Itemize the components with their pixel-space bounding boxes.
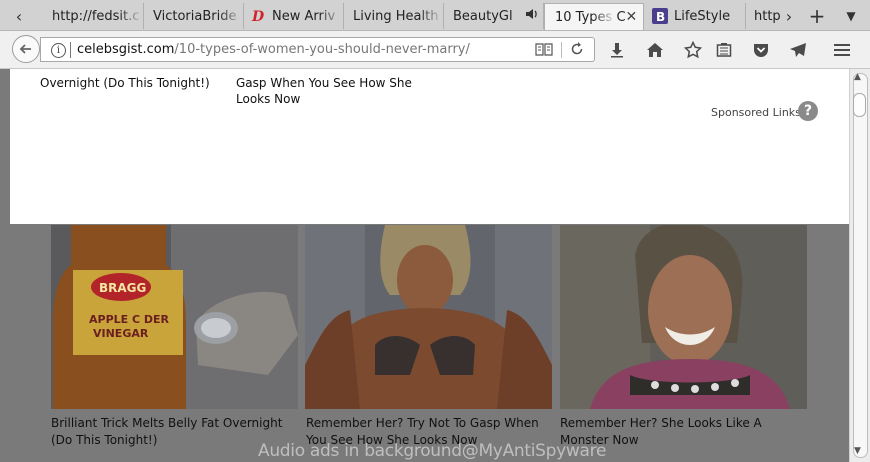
downloads-button[interactable] bbox=[605, 38, 629, 62]
speaker-icon[interactable] bbox=[525, 7, 539, 25]
tab-fedsit[interactable]: http://fedsit.c bbox=[34, 3, 144, 29]
tab-living-health[interactable]: Living Health bbox=[344, 3, 444, 29]
tab-scroll-left-button[interactable]: ‹ bbox=[6, 3, 32, 29]
pocket-icon bbox=[754, 44, 768, 57]
scrollbar-track[interactable] bbox=[853, 73, 868, 458]
menu-button[interactable] bbox=[830, 38, 854, 62]
help-question-icon[interactable]: ? bbox=[798, 101, 818, 121]
caption-line: Remember Her? She Looks Like A bbox=[560, 416, 762, 430]
plus-icon: + bbox=[808, 4, 826, 28]
ad-headline-line: Looks Now bbox=[236, 92, 301, 106]
reload-icon[interactable] bbox=[570, 41, 584, 61]
hamburger-menu-icon bbox=[834, 44, 850, 56]
close-tab-icon[interactable]: ✕ bbox=[626, 9, 638, 25]
home-icon bbox=[647, 43, 663, 57]
ad-headline-1[interactable]: Overnight (Do This Tonight!) bbox=[40, 75, 210, 91]
arrow-left-icon bbox=[19, 44, 31, 54]
tab-victoriabride[interactable]: VictoriaBride bbox=[144, 3, 244, 29]
tab-lifestyle[interactable]: B LifeStyle bbox=[646, 3, 746, 29]
sponsored-links-label[interactable]: Sponsored Links bbox=[711, 106, 801, 119]
vertical-scrollbar[interactable]: ▲ ▼ bbox=[849, 69, 870, 462]
send-button[interactable] bbox=[786, 38, 810, 62]
tab-list-button[interactable]: ▼ bbox=[838, 3, 864, 29]
ad-tile-vinegar[interactable]: BRAGG APPLE C DER VINEGAR bbox=[51, 225, 298, 409]
tab-strip: ‹ http://fedsit.c VictoriaBride D New Ar… bbox=[0, 0, 870, 31]
ad-headline-line: Overnight (Do This Tonight!) bbox=[40, 76, 210, 90]
ad-headline-2[interactable]: Gasp When You See How She Looks Now bbox=[236, 75, 412, 107]
caption-line: (Do This Tonight!) bbox=[51, 433, 158, 447]
download-arrow-icon bbox=[611, 43, 623, 58]
back-button[interactable] bbox=[12, 35, 40, 63]
ad-tile-woman-portrait[interactable] bbox=[560, 225, 807, 409]
svg-text:BRAGG: BRAGG bbox=[99, 281, 146, 295]
svg-text:APPLE C DER: APPLE C DER bbox=[89, 313, 170, 326]
library-icon bbox=[716, 43, 732, 57]
home-button[interactable] bbox=[643, 38, 667, 62]
tab-new-arrivals[interactable]: D New Arriv bbox=[244, 3, 344, 29]
divider bbox=[70, 42, 71, 58]
new-tab-button[interactable]: + bbox=[804, 3, 830, 29]
caption-line: Brilliant Trick Melts Belly Fat Overnigh… bbox=[51, 416, 283, 430]
page-content: Overnight (Do This Tonight!) Gasp When Y… bbox=[0, 69, 849, 462]
svg-text:B: B bbox=[656, 10, 665, 24]
woman-portrait-image bbox=[560, 225, 807, 409]
watermark-text: Audio ads in background@MyAntiSpyware bbox=[258, 441, 607, 461]
chevron-left-icon: ‹ bbox=[15, 6, 23, 26]
scroll-up-arrow-icon[interactable]: ▲ bbox=[854, 72, 861, 82]
url-text[interactable]: celebsgist.com/10-types-of-women-you-sho… bbox=[77, 42, 470, 57]
scrollbar-thumb[interactable] bbox=[853, 93, 866, 117]
reader-view-icon[interactable] bbox=[535, 41, 553, 61]
divider bbox=[561, 42, 562, 58]
ad-headline-line: Gasp When You See How She bbox=[236, 76, 412, 90]
tab-http[interactable]: http bbox=[746, 3, 780, 29]
tab-beautyglow[interactable]: BeautyGl bbox=[444, 3, 544, 29]
scroll-down-arrow-icon[interactable]: ▼ bbox=[854, 446, 861, 456]
bodybuilder-image bbox=[305, 225, 552, 409]
paper-plane-icon bbox=[790, 43, 806, 57]
svg-text:VINEGAR: VINEGAR bbox=[93, 327, 149, 340]
address-bar[interactable]: i celebsgist.com/10-types-of-women-you-s… bbox=[40, 37, 595, 62]
ad-caption-vinegar[interactable]: Brilliant Trick Melts Belly Fat Overnigh… bbox=[51, 415, 282, 449]
tab-label: http bbox=[754, 8, 780, 24]
url-path: /10-types-of-women-you-should-never-marr… bbox=[174, 42, 470, 57]
sponsored-ad-panel: Overnight (Do This Tonight!) Gasp When Y… bbox=[10, 69, 849, 224]
svg-text:D: D bbox=[251, 9, 265, 24]
pocket-button[interactable] bbox=[749, 38, 773, 62]
ad-tile-bodybuilder[interactable] bbox=[305, 225, 552, 409]
b-logo-icon: B bbox=[652, 8, 668, 24]
tab-10-types[interactable]: 10 Types C ✕ bbox=[544, 3, 644, 30]
caption-line: Remember Her? Try Not To Gasp When bbox=[306, 416, 539, 430]
tab-label: LifeStyle bbox=[674, 8, 731, 24]
navigation-toolbar: i celebsgist.com/10-types-of-women-you-s… bbox=[0, 31, 870, 69]
chevron-right-icon: › bbox=[785, 6, 793, 26]
tab-scroll-right-button[interactable]: › bbox=[778, 3, 800, 29]
library-button[interactable] bbox=[712, 38, 736, 62]
bookmark-button[interactable] bbox=[681, 38, 705, 62]
brand-d-icon: D bbox=[250, 8, 266, 25]
chevron-down-icon: ▼ bbox=[846, 9, 856, 23]
info-icon[interactable]: i bbox=[51, 43, 66, 58]
star-icon bbox=[684, 41, 702, 59]
url-domain: celebsgist.com bbox=[77, 42, 175, 57]
tab-label: BeautyGl bbox=[453, 8, 513, 24]
vinegar-bottle-image: BRAGG APPLE C DER VINEGAR bbox=[51, 225, 298, 409]
